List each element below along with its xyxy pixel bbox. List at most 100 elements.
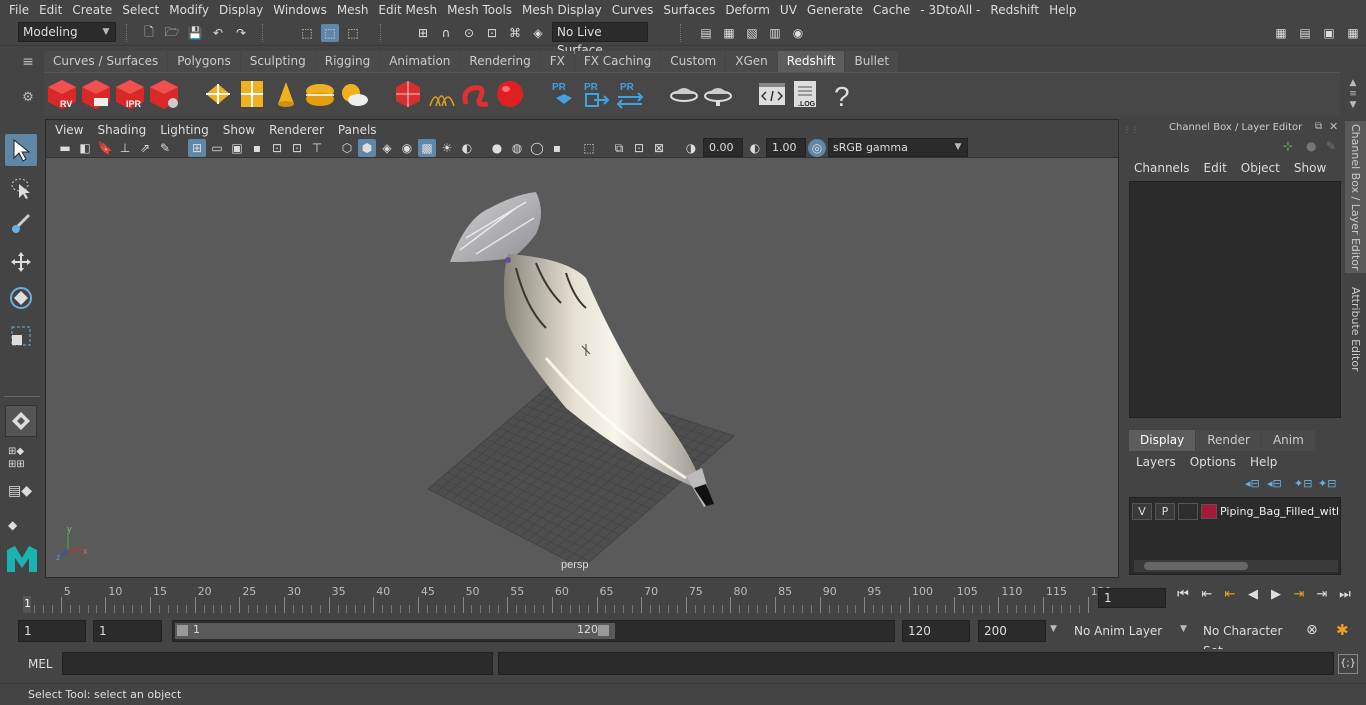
render-settings-icon[interactable]: ▤ [697,24,715,42]
shelf-tab-xgen[interactable]: XGen [726,51,777,72]
redshift-sun-sky-icon[interactable] [338,78,370,110]
menu-select[interactable]: Select [117,0,164,20]
select-component-icon[interactable]: ⬚ [344,24,362,42]
film-gate-icon[interactable]: ▭ [208,139,226,157]
time-slider[interactable]: 5 10 15 20 25 30 35 40 45 50 55 60 65 70 75 80 85 90 95 100… [0,580,1366,614]
animation-end-field[interactable]: 200 [978,620,1046,642]
layer-scroll-thumb[interactable] [1144,562,1248,570]
two-pane-layout-icon[interactable]: ▤◆ [8,483,36,509]
viewport-menu-shading[interactable]: Shading [90,123,153,137]
two-d-pan-zoom-icon[interactable]: ⇗ [136,139,154,157]
menu-mesh-tools[interactable]: Mesh Tools [442,0,517,20]
perspective-viewport[interactable]: y x z persp [46,158,1118,577]
single-layout-icon[interactable]: ⊞◆ ⊞⊞ [8,445,36,473]
shelf-tab-animation[interactable]: Animation [380,51,460,72]
channel-box-menu-channels[interactable]: Channels [1127,161,1197,175]
script-language-label[interactable]: MEL [28,657,53,671]
xray-icon[interactable]: ⧉ [610,139,628,157]
viewport-menu-view[interactable]: View [48,123,90,137]
animation-preferences-icon[interactable]: ✱ [1336,621,1349,639]
playback-end-field[interactable]: 120 [902,620,970,642]
exposure-icon[interactable]: ◑ [682,139,700,157]
redshift-render-view-icon[interactable]: RV [46,78,78,110]
view-transform-dropdown[interactable]: sRGB gamma ▼ [828,138,968,157]
redshift-pr-mesh-icon[interactable]: PR [548,78,580,110]
rotate-tool-icon[interactable] [5,282,37,314]
range-slider[interactable]: 1 120 [172,620,895,642]
shelf-tab-curves-surfaces[interactable]: Curves / Surfaces [44,51,168,72]
layer-menu-help[interactable]: Help [1243,455,1284,469]
shelf-scroll-arrows-icon[interactable]: ▲ ≡ ▼ [1344,78,1362,112]
redo-icon[interactable]: ↷ [232,24,250,42]
select-tool-icon[interactable] [5,134,37,166]
step-forward-frame-icon[interactable]: ⇥ [1313,585,1331,603]
move-layer-up-icon[interactable]: ◂⊟ [1245,477,1260,490]
menu-generate[interactable]: Generate [802,0,868,20]
redshift-render-sequence-icon[interactable] [80,78,112,110]
channel-box-side-tab[interactable]: Channel Box / Layer Editor [1345,121,1366,273]
script-editor-icon[interactable]: {;} [1338,654,1358,674]
screen-space-ao-icon[interactable]: ● [488,139,506,157]
redshift-hair-icon[interactable] [426,78,458,110]
menu-mesh[interactable]: Mesh [332,0,374,20]
snap-view-icon[interactable]: ⊡ [483,24,501,42]
menu-mesh-display[interactable]: Mesh Display [517,0,607,20]
field-chart-icon[interactable]: ⊡ [268,139,286,157]
isolate-select-icon[interactable]: ⬚ [580,139,598,157]
paint-select-tool-icon[interactable] [5,208,37,240]
shelf-tab-redshift[interactable]: Redshift [777,51,845,72]
auto-keyframe-icon[interactable]: ⊗ [1306,622,1318,638]
scene-canvas[interactable]: y x z persp [46,158,1118,577]
select-hierarchy-icon[interactable]: ⬚ [298,24,316,42]
new-layer-selected-icon[interactable]: ✦⊟ [1318,477,1336,490]
menu-surfaces[interactable]: Surfaces [658,0,720,20]
grid-toggle-icon[interactable]: ⊞ [188,139,206,157]
character-set-dropdown[interactable]: No Character Set [1197,620,1297,658]
layer-display-type[interactable] [1178,502,1198,520]
grease-pencil-icon[interactable]: ✎ [156,139,174,157]
channel-sphere-icon[interactable]: ● [1306,139,1316,153]
menu-uv[interactable]: UV [775,0,802,20]
undo-icon[interactable]: ↶ [209,24,227,42]
menu-edit-mesh[interactable]: Edit Mesh [373,0,442,20]
shelf-menu-icon[interactable]: ≡ [18,55,38,69]
bookmark-icon[interactable]: 🔖 [96,139,114,157]
scale-tool-icon[interactable] [5,320,37,352]
step-back-frame-icon[interactable]: ⇤ [1198,585,1216,603]
layer-row[interactable]: V P Piping_Bag_Filled_with [1132,501,1340,521]
move-tool-icon[interactable] [5,246,37,278]
anti-aliasing-icon[interactable]: ◯ [528,139,546,157]
render-frame-icon[interactable]: ▦ [720,24,738,42]
go-to-start-icon[interactable]: ⏮ [1174,585,1192,603]
go-to-end-icon[interactable]: ⏭ [1336,585,1354,603]
tool-settings-icon[interactable]: ▣ [1320,24,1338,42]
menu-display[interactable]: Display [214,0,268,20]
playback-start-field[interactable]: 1 [93,620,162,642]
smooth-shade-icon[interactable]: ⬢ [358,139,376,157]
render-view-icon[interactable]: ▥ [766,24,784,42]
anim-layer-dropdown[interactable]: No Anim Layer [1068,620,1178,642]
shelf-tab-polygons[interactable]: Polygons [168,51,240,72]
layer-menu-options[interactable]: Options [1183,455,1243,469]
color-management-icon[interactable]: ◎ [808,139,826,157]
redshift-script-icon[interactable] [756,78,788,110]
menu-cache[interactable]: Cache [868,0,915,20]
menu-windows[interactable]: Windows [268,0,332,20]
snap-curve-icon[interactable]: ∩ [437,24,455,42]
gate-mask-icon[interactable]: ▪ [248,139,266,157]
redshift-sphere-icon[interactable] [494,78,526,110]
viewport-menu-show[interactable]: Show [216,123,262,137]
safe-action-icon[interactable]: ⊡ [288,139,306,157]
redshift-proxy-icon[interactable] [202,78,234,110]
layer-playback-toggle[interactable]: P [1155,502,1175,520]
depth-of-field-icon[interactable]: ▪ [548,139,566,157]
select-camera-icon[interactable]: ▬ [56,139,74,157]
menu-modify[interactable]: Modify [164,0,214,20]
redshift-dome-light-icon[interactable] [304,78,336,110]
select-object-icon[interactable]: ⬚ [321,24,339,42]
wireframe-on-shaded-icon[interactable]: ◈ [378,139,396,157]
play-backwards-icon[interactable]: ◀ [1244,585,1262,603]
redshift-ipr-icon[interactable]: IPR [114,78,146,110]
channel-box-menu-edit[interactable]: Edit [1197,161,1234,175]
save-scene-icon[interactable]: 💾 [186,24,204,42]
